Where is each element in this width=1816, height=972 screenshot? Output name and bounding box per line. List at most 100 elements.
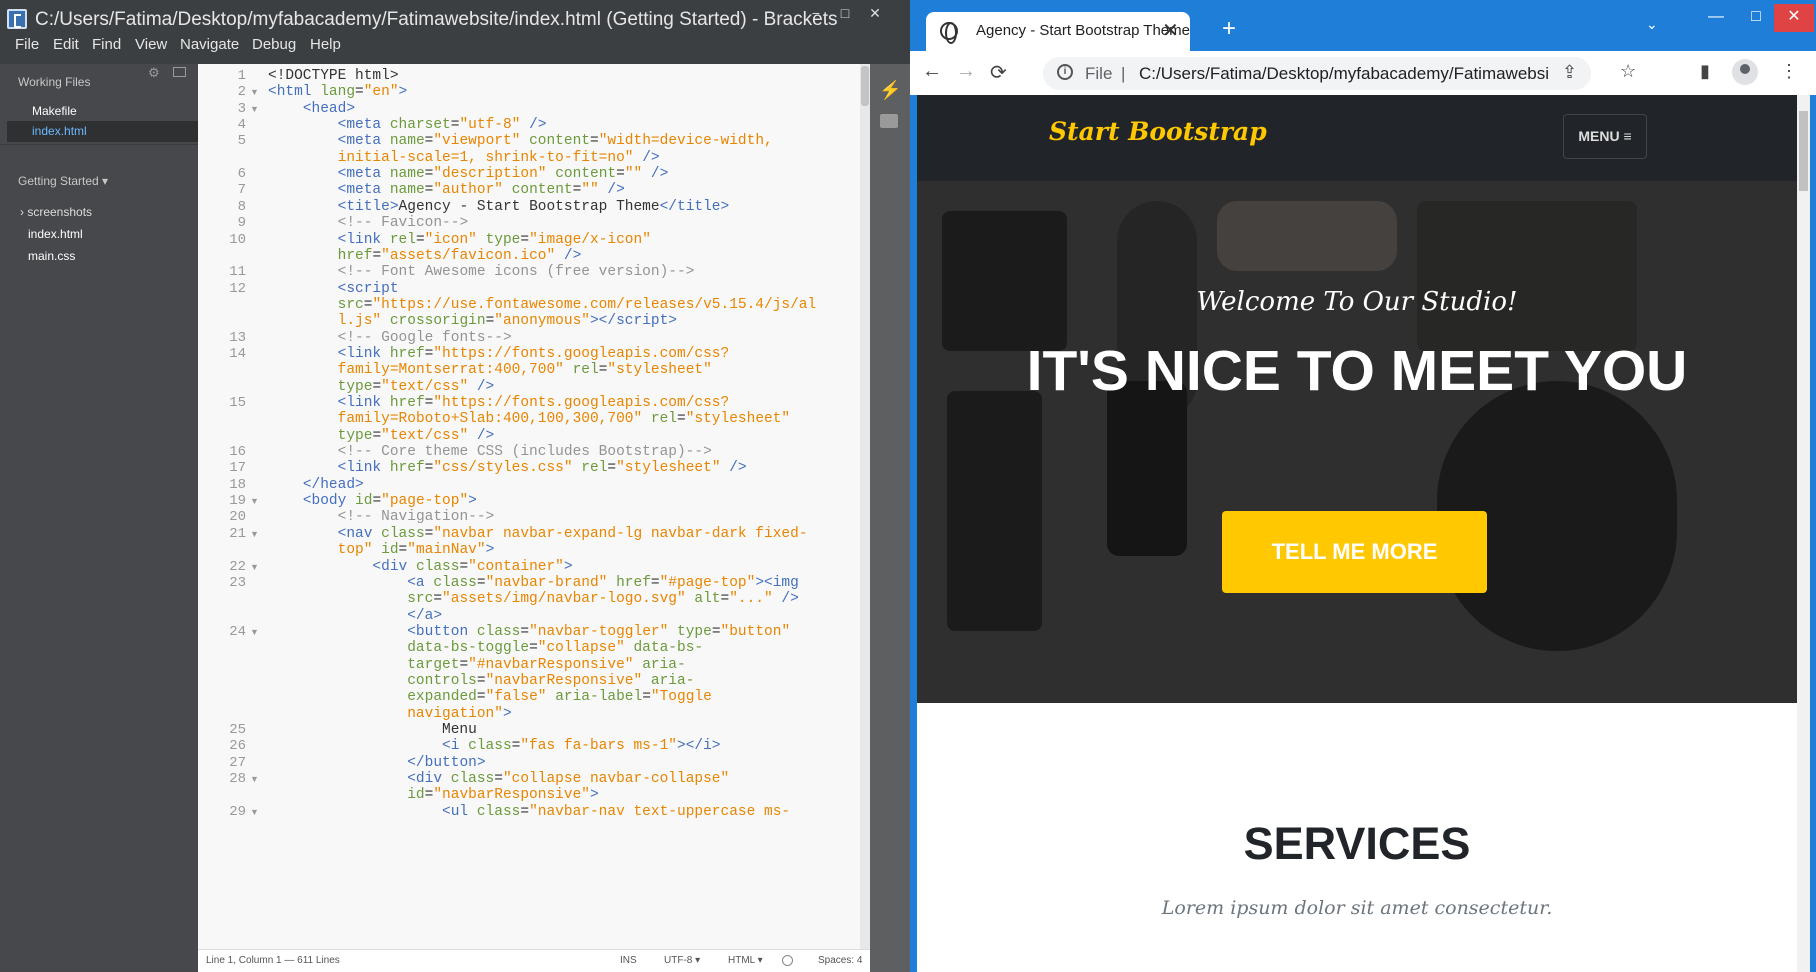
kebab-menu-icon[interactable]: ⋮ (1780, 61, 1798, 82)
browser-tab[interactable]: Agency - Start Bootstrap Theme ✕ (926, 12, 1190, 51)
fold-toggle-icon[interactable]: ▼ (250, 104, 259, 114)
code-line[interactable]: </head> (268, 477, 364, 493)
new-tab-button[interactable]: + (1222, 15, 1236, 43)
maximize-button[interactable]: □ (1736, 4, 1776, 32)
maximize-button[interactable]: □ (830, 0, 860, 28)
page-scroll-thumb[interactable] (1799, 111, 1808, 191)
code-line[interactable]: family=Montserrat:400,700" rel="styleshe… (268, 362, 712, 378)
code-line[interactable]: <a class="navbar-brand" href="#page-top"… (268, 575, 799, 591)
code-line[interactable]: <div class="container"> (268, 559, 572, 575)
code-line[interactable]: <ul class="navbar-nav text-uppercase ms- (268, 804, 790, 820)
code-line[interactable]: family=Roboto+Slab:400,100,300,700" rel=… (268, 411, 791, 427)
fold-toggle-icon[interactable]: ▼ (250, 529, 259, 539)
profile-avatar-icon[interactable] (1732, 59, 1758, 85)
code-line[interactable]: href="assets/favicon.ico" /> (268, 248, 582, 264)
code-line[interactable]: <!-- Core theme CSS (includes Bootstrap)… (268, 444, 712, 460)
code-line[interactable]: <meta name="description" content="" /> (268, 166, 669, 182)
tab-search-chevron-icon[interactable]: ⌄ (1646, 16, 1658, 33)
indent-setting[interactable]: Spaces: 4 (818, 955, 862, 966)
code-line[interactable]: <nav class="navbar navbar-expand-lg navb… (268, 526, 808, 542)
fold-toggle-icon[interactable]: ▼ (250, 627, 259, 637)
code-line[interactable]: <i class="fas fa-bars ms-1"></i> (268, 738, 720, 754)
code-line[interactable]: <body id="page-top"> (268, 493, 477, 509)
code-line[interactable]: expanded="false" aria-label="Toggle (268, 689, 712, 705)
code-line[interactable]: <meta charset="utf-8" /> (268, 117, 547, 133)
menu-edit[interactable]: Edit (53, 36, 79, 53)
code-line[interactable]: <link href="https://fonts.googleapis.com… (268, 346, 730, 362)
code-line[interactable]: <link href="css/styles.css" rel="stylesh… (268, 460, 747, 476)
code-line[interactable]: </button> (268, 755, 485, 771)
folder-screenshots[interactable]: › screenshots (20, 205, 92, 219)
bookmark-star-icon[interactable]: ☆ (1620, 61, 1636, 82)
language-select[interactable]: HTML ▾ (728, 955, 763, 966)
code-line[interactable]: <!-- Navigation--> (268, 509, 495, 525)
close-button[interactable]: ✕ (860, 0, 890, 28)
menu-view[interactable]: View (135, 36, 167, 53)
minimize-button[interactable]: − (801, 0, 831, 28)
code-line[interactable]: <html lang="en"> (268, 84, 407, 100)
code-line[interactable]: <div class="collapse navbar-collapse" (268, 771, 729, 787)
code-line[interactable]: <!-- Google fonts--> (268, 330, 512, 346)
menu-help[interactable]: Help (310, 36, 341, 53)
code-line[interactable]: initial-scale=1, shrink-to-fit=no" /> (268, 150, 660, 166)
code-line[interactable]: <!DOCTYPE html> (268, 68, 399, 84)
fold-toggle-icon[interactable]: ▼ (250, 87, 259, 97)
editor-scroll-thumb[interactable] (861, 66, 869, 106)
code-line[interactable]: target="#navbarResponsive" aria- (268, 657, 685, 673)
fold-toggle-icon[interactable]: ▼ (250, 496, 259, 506)
code-line[interactable]: src="https://use.fontawesome.com/release… (268, 297, 817, 313)
code-line[interactable]: <meta name="viewport" content="width=dev… (268, 133, 773, 149)
fold-toggle-icon[interactable]: ▼ (250, 807, 259, 817)
site-brand-logo[interactable]: Start Bootstrap (1049, 117, 1267, 146)
code-line[interactable]: <button class="navbar-toggler" type="but… (268, 624, 790, 640)
code-line[interactable]: </a> (268, 608, 442, 624)
linter-status-icon[interactable] (782, 955, 793, 966)
code-line[interactable]: type="text/css" /> (268, 379, 495, 395)
split-view-icon[interactable] (173, 67, 186, 77)
reload-icon[interactable]: ⟳ (990, 60, 1007, 85)
code-line[interactable]: id="navbarResponsive"> (268, 787, 598, 803)
code-editor[interactable]: 1 2 ▼ 3 ▼ 4 5 6 7 8 9 10 11 12 13 14 15 16 17 18 19 ▼ 20 21 ▼ 22 ▼… (198, 64, 864, 949)
code-line[interactable]: src="assets/img/navbar-logo.svg" alt="..… (268, 591, 799, 607)
code-line[interactable]: <!-- Favicon--> (268, 215, 469, 231)
working-file-index[interactable]: index.html (32, 124, 87, 138)
fold-toggle-icon[interactable]: ▼ (250, 562, 259, 572)
url-text[interactable]: C:/Users/Fatima/Desktop/myfabacademy/Fat… (1139, 64, 1549, 84)
code-line[interactable]: data-bs-toggle="collapse" data-bs- (268, 640, 703, 656)
code-line[interactable]: top" id="mainNav"> (268, 542, 495, 558)
tell-me-more-button[interactable]: TELL ME MORE (1222, 511, 1487, 593)
code-line[interactable]: type="text/css" /> (268, 428, 495, 444)
code-line[interactable]: Menu (268, 722, 477, 738)
project-file-index[interactable]: index.html (28, 227, 83, 241)
code-line[interactable]: <title>Agency - Start Bootstrap Theme</t… (268, 199, 730, 215)
code-line[interactable]: navigation"> (268, 706, 511, 722)
code-line[interactable]: <link rel="icon" type="image/x-icon" (268, 232, 651, 248)
code-line[interactable]: <script (268, 281, 399, 297)
close-button[interactable]: ✕ (1774, 4, 1814, 32)
gear-icon[interactable]: ⚙ (148, 65, 160, 81)
code-line[interactable]: controls="navbarResponsive" aria- (268, 673, 694, 689)
page-scrollbar[interactable] (1797, 95, 1810, 972)
insert-mode[interactable]: INS (620, 955, 637, 966)
back-arrow-icon[interactable]: ← (922, 60, 942, 83)
fold-toggle-icon[interactable]: ▼ (250, 774, 259, 784)
share-icon[interactable]: ⇪ (1562, 62, 1577, 83)
encoding-select[interactable]: UTF-8 ▾ (664, 955, 700, 966)
code-line[interactable]: <link href="https://fonts.googleapis.com… (268, 395, 730, 411)
code-line[interactable]: <!-- Font Awesome icons (free version)--… (268, 264, 695, 280)
address-bar[interactable]: i File | C:/Users/Fatima/Desktop/myfabac… (1043, 57, 1591, 90)
side-panel-icon[interactable]: ▮ (1700, 61, 1710, 82)
code-line[interactable]: <head> (268, 101, 355, 117)
extension-manager-icon[interactable] (880, 114, 898, 128)
project-dropdown[interactable]: Getting Started ▾ (18, 174, 108, 188)
menu-navigate[interactable]: Navigate (180, 36, 239, 53)
forward-arrow-icon[interactable]: → (956, 60, 976, 83)
menu-find[interactable]: Find (92, 36, 121, 53)
info-icon[interactable]: i (1057, 64, 1073, 80)
menu-toggle-button[interactable]: MENU ≡ (1563, 114, 1647, 159)
editor-scrollbar[interactable] (860, 64, 870, 949)
code-line[interactable]: <meta name="author" content="" /> (268, 182, 625, 198)
working-file-makefile[interactable]: Makefile (32, 104, 77, 118)
project-file-main-css[interactable]: main.css (28, 249, 75, 263)
code-line[interactable]: l.js" crossorigin="anonymous"></script> (268, 313, 677, 329)
